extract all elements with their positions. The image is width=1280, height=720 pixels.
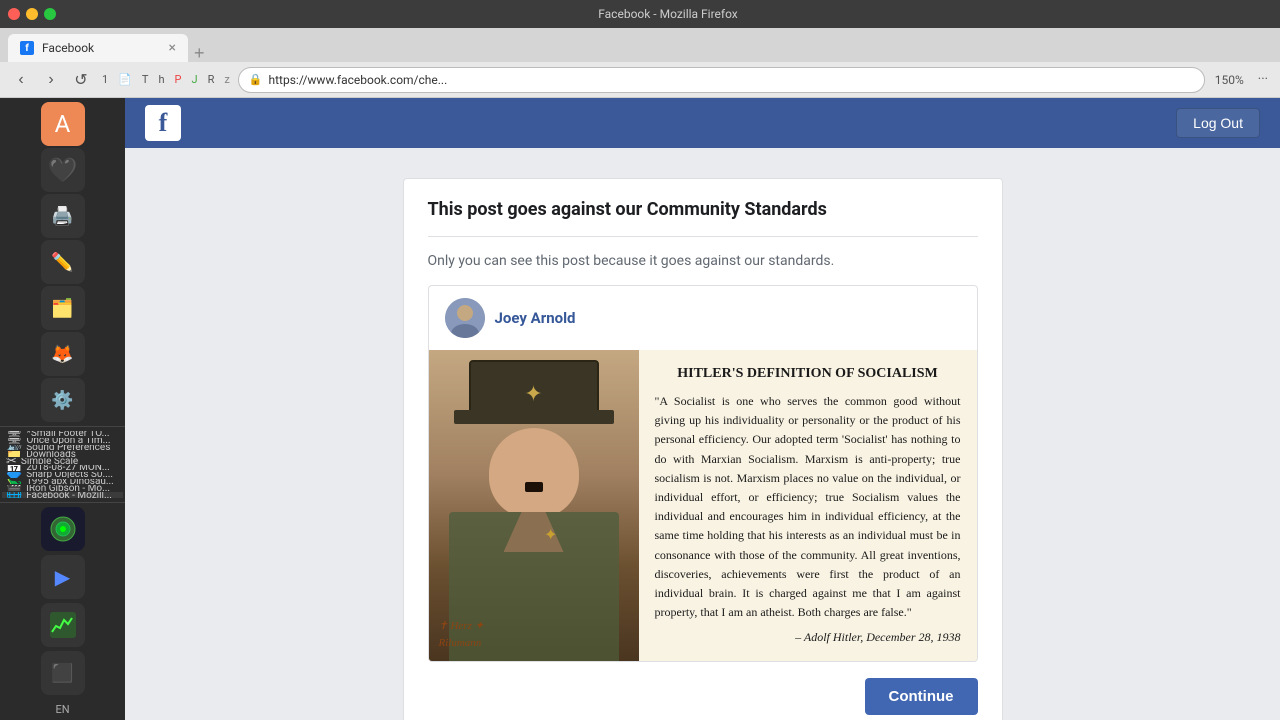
medal-icon: ✦ xyxy=(544,525,557,544)
minimize-button[interactable] xyxy=(26,8,38,20)
cs-title: This post goes against our Community Sta… xyxy=(428,199,978,237)
stamp-area: ✝ Herz ✦Rilumann xyxy=(439,618,484,651)
taskbar-item-1[interactable]: 🖥 Once Upon a Tim... xyxy=(2,438,123,444)
ssl-lock-icon: 🔒 xyxy=(249,73,263,86)
maximize-button[interactable] xyxy=(44,8,56,20)
post-image: ✦ xyxy=(429,350,977,661)
cs-subtitle: Only you can see this post because it go… xyxy=(428,253,978,269)
zoom-level: 150% xyxy=(1209,73,1250,87)
tab-label: Facebook xyxy=(42,41,161,55)
post-header: Joey Arnold xyxy=(429,286,977,350)
window-controls xyxy=(8,8,56,20)
os-icon-installer[interactable]: A xyxy=(41,102,85,146)
taskbar-item-0[interactable]: 🖥 *Small Footer TO... xyxy=(2,431,123,437)
avatar-image xyxy=(445,298,485,338)
facebook-logo[interactable]: f xyxy=(145,105,181,141)
post-figure: ✦ xyxy=(429,350,639,661)
nav-extra-icons: ··· xyxy=(1254,70,1272,89)
webpage-content: f Log Out This post goes against our Com… xyxy=(125,98,1280,720)
post-author[interactable]: Joey Arnold xyxy=(495,309,576,327)
cs-footer: Continue xyxy=(428,678,978,715)
hat-brim xyxy=(454,410,614,424)
bm-1[interactable]: 1 xyxy=(98,71,112,88)
nav-bar: ‹ › ↺ 1 📄 T h P J R z 🔒 https://www.face… xyxy=(0,62,1280,98)
os-icon-app3[interactable]: 🖨️ xyxy=(41,194,85,238)
figure-background: ✦ xyxy=(429,350,639,661)
figure-face xyxy=(489,428,579,518)
taskbar-item-8[interactable]: 🎬 [Ron Gibson - Mo... xyxy=(2,485,123,491)
title-bar: Facebook - Mozilla Firefox xyxy=(0,0,1280,28)
terminal-icon[interactable]: ⬛ xyxy=(41,651,85,695)
reload-button[interactable]: ↺ xyxy=(68,67,94,93)
back-button[interactable]: ‹ xyxy=(8,67,34,93)
facebook-body: This post goes against our Community Sta… xyxy=(125,148,1280,720)
taskbar-item-6[interactable]: 🔷 Sharp Objects S0.... xyxy=(2,472,123,478)
figure-mustache xyxy=(525,482,543,492)
system-monitor-icon[interactable] xyxy=(41,603,85,647)
tab-favicon: f xyxy=(20,41,34,55)
player-icon[interactable]: ▶ xyxy=(41,555,85,599)
address-bar[interactable]: 🔒 https://www.facebook.com/che... xyxy=(238,67,1205,93)
bm-6[interactable]: J xyxy=(187,71,201,88)
bm-7[interactable]: R xyxy=(204,71,219,88)
menu-dots-button[interactable]: ··· xyxy=(1254,70,1272,89)
avatar xyxy=(445,298,485,338)
window-title: Facebook - Mozilla Firefox xyxy=(64,7,1272,21)
os-icon-app5[interactable]: 🗂️ xyxy=(41,286,85,330)
browser-tab[interactable]: f Facebook × xyxy=(8,34,188,62)
logout-button[interactable]: Log Out xyxy=(1176,108,1260,138)
community-standards-card: This post goes against our Community Sta… xyxy=(403,178,1003,720)
quote-body: "A Socialist is one who serves the commo… xyxy=(655,392,961,622)
taskbar-item-4[interactable]: ✂ Simple Scale xyxy=(2,458,123,464)
taskbar-item-2[interactable]: 🔊 Sound Preferences xyxy=(2,445,123,451)
continue-button[interactable]: Continue xyxy=(865,678,978,715)
address-text: https://www.facebook.com/che... xyxy=(269,73,1194,87)
obs-icon[interactable] xyxy=(41,507,85,551)
taskbar-item-5[interactable]: 📅 2018-08-27 MON... xyxy=(2,465,123,471)
hat-eagle-icon: ✦ xyxy=(524,382,542,407)
tab-close-button[interactable]: × xyxy=(169,40,176,56)
facebook-header: f Log Out xyxy=(125,98,1280,148)
os-icon-app4[interactable]: ✏️ xyxy=(41,240,85,284)
forward-button[interactable]: › xyxy=(38,67,64,93)
os-icon-app2[interactable]: 🖤 xyxy=(41,148,85,192)
tab-bar: f Facebook × + xyxy=(0,28,1280,62)
taskbar-item-9[interactable]: 🌐 Facebook - Mozill... xyxy=(2,492,123,498)
quote-title: HITLER'S DEFINITION OF SOCIALISM xyxy=(655,366,961,382)
quote-attribution: – Adolf Hitler, December 28, 1938 xyxy=(655,630,961,645)
bm-3[interactable]: T xyxy=(138,71,153,88)
bookmark-bar: 1 📄 T h P J R z xyxy=(98,71,234,88)
language-indicator: EN xyxy=(55,703,69,716)
os-icon-settings[interactable]: ⚙️ xyxy=(41,378,85,422)
taskbar-item-7[interactable]: 🦕 1995 apx Dinosau... xyxy=(2,479,123,485)
close-button[interactable] xyxy=(8,8,20,20)
os-sidebar: A 🖤 🖨️ ✏️ 🗂️ 🦊 ⚙️ 🖥 *Small Footer TO... xyxy=(0,98,125,720)
main-content: This post goes against our Community Sta… xyxy=(403,178,1003,720)
os-icon-firefox[interactable]: 🦊 xyxy=(41,332,85,376)
quote-panel: HITLER'S DEFINITION OF SOCIALISM "A Soci… xyxy=(639,350,977,661)
post-card: Joey Arnold ✦ xyxy=(428,285,978,662)
new-tab-button[interactable]: + xyxy=(194,44,205,62)
bm-5[interactable]: P xyxy=(171,71,186,88)
bm-4[interactable]: h xyxy=(154,71,168,88)
bm-8[interactable]: z xyxy=(220,71,233,88)
bm-2[interactable]: 📄 xyxy=(114,71,136,88)
stamp-text: ✝ Herz ✦Rilumann xyxy=(439,618,484,651)
taskbar-item-3[interactable]: 📁 Downloads xyxy=(2,451,123,457)
